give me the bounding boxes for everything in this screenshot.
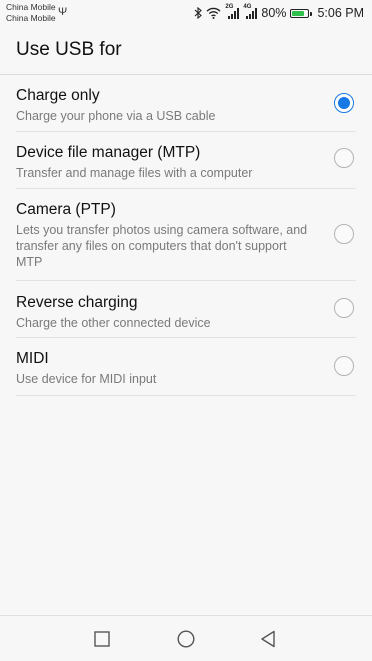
battery-fill: [292, 10, 305, 16]
option-title: Reverse charging: [16, 294, 138, 311]
battery-body: [290, 8, 313, 18]
usb-icon: Ψ: [58, 6, 68, 18]
battery-percent: 80%: [261, 6, 287, 20]
signal-icon: 4G: [243, 4, 258, 19]
option-description: Use device for MIDI input: [16, 372, 157, 386]
carrier-info: China Mobile China Mobile: [6, 2, 56, 24]
page-title: Use USB for: [16, 39, 122, 60]
navigation-bar: [0, 615, 372, 661]
option-charge-only[interactable]: Charge only Charge your phone via a USB …: [16, 75, 356, 132]
network-tag-2g: 2G: [225, 4, 234, 10]
clock: 5:06 PM: [317, 6, 364, 20]
option-title: Camera (PTP): [16, 201, 116, 218]
option-ptp[interactable]: Camera (PTP) Lets you transfer photos us…: [16, 189, 356, 281]
radio-button[interactable]: [334, 356, 354, 376]
option-midi[interactable]: MIDI Use device for MIDI input: [16, 338, 356, 396]
battery-icon: [290, 8, 313, 18]
carrier-1: China Mobile: [6, 2, 56, 12]
radio-button[interactable]: [334, 148, 354, 168]
option-description: Transfer and manage files with a compute…: [16, 166, 253, 180]
option-mtp[interactable]: Device file manager (MTP) Transfer and m…: [16, 132, 356, 189]
status-bar: China Mobile China Mobile Ψ 2G 4G 80% 5:…: [0, 0, 372, 26]
option-title: Device file manager (MTP): [16, 144, 201, 161]
option-title: MIDI: [16, 350, 49, 367]
usb-options-list: Charge only Charge your phone via a USB …: [16, 75, 356, 396]
carrier-2: China Mobile: [6, 13, 56, 23]
option-reverse-charging[interactable]: Reverse charging Charge the other connec…: [16, 281, 356, 338]
bluetooth-icon: [194, 7, 203, 19]
radio-button[interactable]: [334, 93, 354, 113]
radio-button[interactable]: [334, 298, 354, 318]
option-title: Charge only: [16, 87, 100, 104]
signal-icon: 2G: [225, 4, 240, 19]
wifi-icon: [206, 7, 221, 19]
option-description: Lets you transfer photos using camera so…: [16, 223, 308, 269]
radio-button[interactable]: [334, 224, 354, 244]
option-description: Charge your phone via a USB cable: [16, 109, 216, 123]
status-icons: 2G 4G 80% 5:06 PM: [194, 4, 364, 21]
option-description: Charge the other connected device: [16, 316, 211, 330]
back-icon[interactable]: [253, 624, 283, 654]
home-icon[interactable]: [171, 624, 201, 654]
recent-apps-icon[interactable]: [87, 624, 117, 654]
network-tag-4g: 4G: [243, 4, 252, 10]
